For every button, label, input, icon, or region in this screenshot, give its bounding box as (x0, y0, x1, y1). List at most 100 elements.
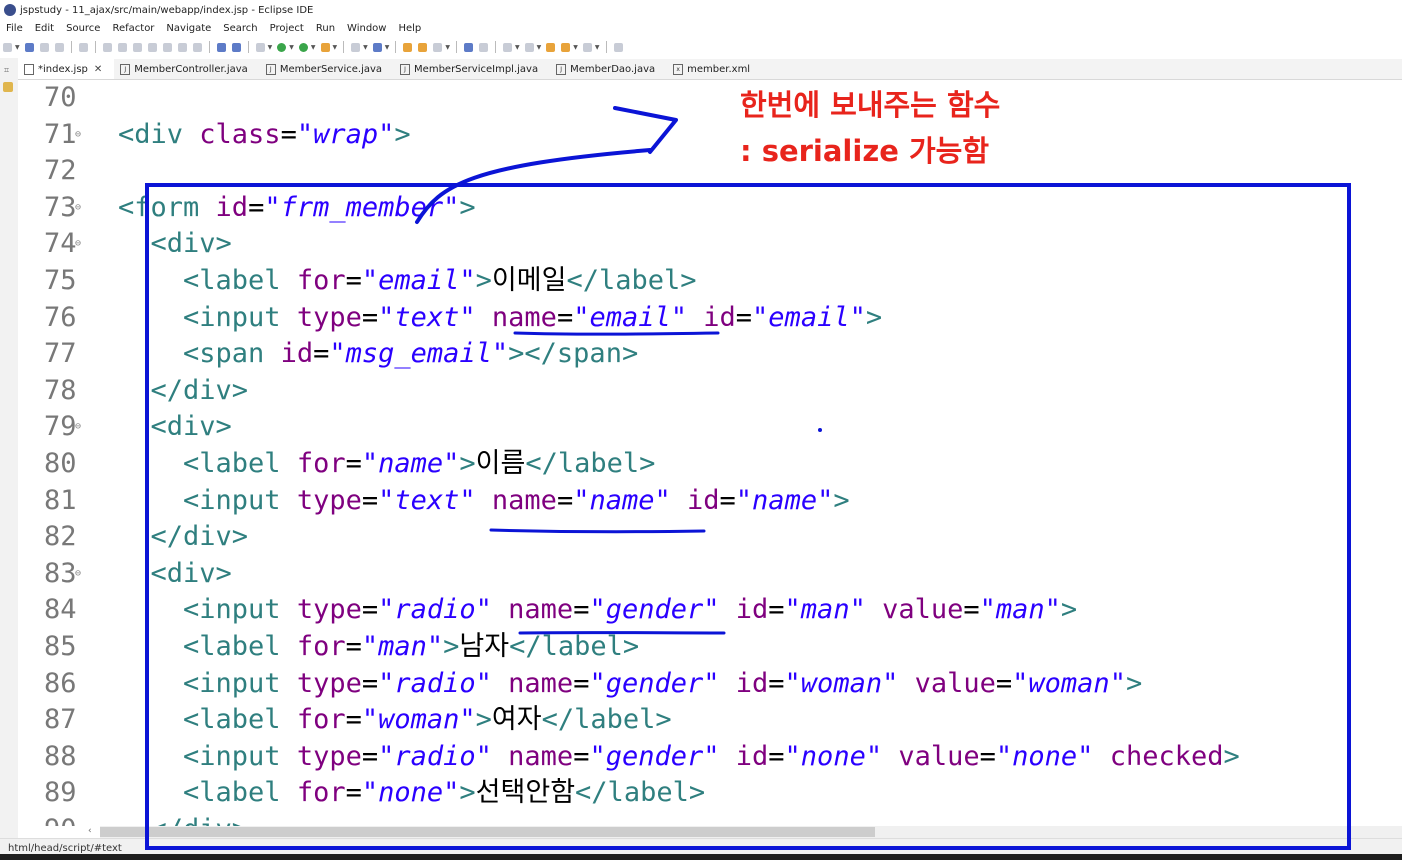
editor-tab[interactable]: JMemberService.java (260, 59, 394, 79)
step-return-icon[interactable] (193, 43, 202, 52)
fold-toggle-icon[interactable]: ⊖ (75, 556, 81, 592)
skip-breakpoints-icon[interactable] (79, 43, 88, 52)
pin-editor-icon[interactable] (479, 43, 488, 52)
menu-window[interactable]: Window (347, 23, 386, 34)
code-token: = (736, 302, 752, 333)
code-text: <div class="wrap"> (118, 117, 411, 153)
menu-source[interactable]: Source (66, 23, 100, 34)
outline-icon[interactable] (3, 82, 13, 92)
suspend-icon[interactable] (118, 43, 127, 52)
fold-toggle-icon[interactable]: ⊖ (75, 117, 81, 153)
toggle-block-selection-icon[interactable] (232, 43, 241, 52)
code-token: value (866, 594, 964, 625)
toggle-mark-occurrences-icon[interactable] (217, 43, 226, 52)
terminate-icon[interactable] (133, 43, 142, 52)
new-java-project-icon[interactable] (351, 43, 360, 52)
line-number: 72 (44, 153, 104, 189)
editor-tab[interactable]: JMemberController.java (114, 59, 260, 79)
save-all-icon[interactable] (40, 43, 49, 52)
code-token: "name" (362, 448, 460, 479)
open-type-icon[interactable] (403, 43, 412, 52)
code-token: name (492, 668, 573, 699)
code-token: = (557, 302, 573, 333)
code-token: </label> (542, 704, 672, 735)
open-perspective-icon[interactable] (614, 43, 623, 52)
resume-icon[interactable] (103, 43, 112, 52)
fold-toggle-icon[interactable]: ⊖ (75, 409, 81, 445)
code-token: = (346, 265, 362, 296)
left-trim: ⌗ (0, 58, 18, 838)
run-icon[interactable] (277, 43, 286, 52)
code-line: 87 <label for="woman">여자</label> (18, 702, 1402, 738)
step-over-icon[interactable] (178, 43, 187, 52)
coverage-icon[interactable] (299, 43, 308, 52)
code-token: id (671, 485, 720, 516)
code-token: name (492, 741, 573, 772)
menu-project[interactable]: Project (270, 23, 304, 34)
code-text: <input type="radio" name="gender" id="no… (118, 739, 1240, 775)
scroll-left-arrow-icon[interactable]: ‹ (88, 826, 92, 836)
new-icon[interactable] (3, 43, 12, 52)
code-token: = (362, 668, 378, 699)
menu-help[interactable]: Help (398, 23, 421, 34)
code-text: <div> (118, 556, 232, 592)
menu-navigate[interactable]: Navigate (166, 23, 211, 34)
horizontal-scrollbar[interactable]: ‹ (100, 826, 1402, 838)
code-token: ></span> (508, 338, 638, 369)
new-class-icon[interactable] (373, 43, 382, 52)
menu-file[interactable]: File (6, 23, 23, 34)
editor-tab[interactable]: JMemberDao.java (550, 59, 667, 79)
code-line: 75 <label for="email">이메일</label> (18, 263, 1402, 299)
menu-search[interactable]: Search (223, 23, 257, 34)
disconnect-icon[interactable] (148, 43, 157, 52)
external-tools-icon[interactable] (321, 43, 330, 52)
web-browser-icon[interactable] (464, 43, 473, 52)
code-token: <input (118, 668, 297, 699)
save-icon[interactable] (25, 43, 34, 52)
next-annotation-icon[interactable] (503, 43, 512, 52)
code-token: </div> (118, 521, 248, 552)
editor-tab-label: MemberService.java (280, 64, 382, 75)
code-token: <input (118, 594, 297, 625)
scrollbar-thumb[interactable] (100, 827, 875, 837)
editor-tab[interactable]: xmember.xml (667, 59, 762, 79)
menu-run[interactable]: Run (316, 23, 335, 34)
forward-icon[interactable] (583, 43, 592, 52)
code-line: 77 <span id="msg_email"></span> (18, 336, 1402, 372)
previous-annotation-icon[interactable] (525, 43, 534, 52)
open-task-icon[interactable] (418, 43, 427, 52)
fold-toggle-icon[interactable]: ⊖ (75, 226, 81, 262)
package-explorer-icon[interactable]: ⌗ (4, 66, 9, 76)
editor-tab-bar: *index.jsp✕JMemberController.javaJMember… (18, 59, 1402, 80)
toolbar-separator (606, 41, 607, 53)
line-number: 78 (44, 373, 104, 409)
code-token: <input (118, 485, 297, 516)
code-text: <div> (118, 226, 232, 262)
last-edit-location-icon[interactable] (546, 43, 555, 52)
annotation-text-line2: : serialize 가능함 (740, 128, 989, 170)
print-icon[interactable] (55, 43, 64, 52)
search-icon[interactable] (433, 43, 442, 52)
toolbar-separator (343, 41, 344, 53)
step-into-icon[interactable] (163, 43, 172, 52)
code-token: = (573, 741, 589, 772)
menu-refactor[interactable]: Refactor (112, 23, 154, 34)
xml-file-icon: x (673, 64, 683, 75)
code-token: name (492, 594, 573, 625)
code-token: id (687, 302, 736, 333)
code-text: </div> (118, 812, 248, 826)
editor-tab[interactable]: JMemberServiceImpl.java (394, 59, 550, 79)
back-icon[interactable] (561, 43, 570, 52)
code-token: > (476, 265, 492, 296)
code-token: > (394, 119, 410, 150)
debug-icon[interactable] (256, 43, 265, 52)
code-line: 80 <label for="name">이름</label> (18, 446, 1402, 482)
menu-edit[interactable]: Edit (35, 23, 54, 34)
fold-toggle-icon[interactable]: ⊖ (75, 190, 81, 226)
code-editor[interactable]: 7071⊖<div class="wrap">7273⊖<form id="fr… (18, 80, 1402, 826)
line-number: 76 (44, 300, 104, 336)
code-text: <input type="text" name="email" id="emai… (118, 300, 882, 336)
close-icon[interactable]: ✕ (94, 64, 102, 75)
editor-tab[interactable]: *index.jsp✕ (18, 59, 114, 79)
code-token: > (459, 192, 475, 223)
